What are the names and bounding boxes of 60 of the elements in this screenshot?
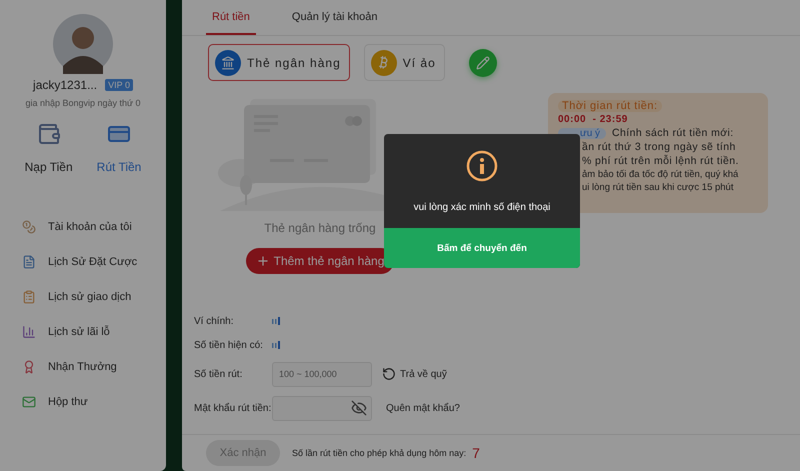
method-button[interactable]: Thẻ ngân hàng — [208, 44, 350, 81]
amount-input[interactable]: 100 ~ 100,000 — [277, 368, 351, 380]
modal-message: vui lòng xác minh số điện thoại — [414, 202, 550, 213]
menu-label: Lịch sử giao dịch — [48, 290, 132, 302]
chart-icon — [22, 324, 36, 338]
quick-action[interactable]: Rút Tiền — [96, 122, 142, 174]
loading-bars-icon — [272, 316, 282, 326]
menu-label: Hộp thư — [48, 396, 88, 408]
empty-message: Thẻ ngân hàng trống — [264, 221, 376, 235]
loading-bars-icon — [272, 340, 282, 350]
mail-icon — [22, 394, 36, 408]
document-icon — [22, 254, 36, 268]
pencil-icon — [476, 56, 490, 70]
quick-action[interactable]: Nạp Tiền — [24, 122, 73, 174]
menu-label: Tài khoản của tôi — [48, 220, 132, 232]
password-field[interactable] — [272, 396, 372, 420]
limit-label: Số lần rút tiền cho phép khả dụng hôm nay: — [292, 448, 466, 458]
menu-item[interactable]: Lịch sử lãi lỗ — [22, 323, 166, 340]
menu-item[interactable]: Hộp thư — [22, 393, 166, 410]
menu-item[interactable]: Tài khoản của tôi — [22, 218, 166, 235]
amount-field[interactable]: 100 ~ 100,000 — [272, 362, 372, 386]
notice-text: ần rút thứ 3 trong ngày sẽ tính — [582, 141, 736, 153]
vip-badge: VIP 0 — [105, 79, 133, 91]
info-icon — [466, 150, 498, 182]
notice-text: ảm bảo tối đa tốc độ rút tiền, quý khá — [582, 169, 738, 180]
menu-item[interactable]: Lịch sử giao dịch — [22, 288, 166, 305]
notice-text: Chính sách rút tiền mới: — [612, 127, 734, 139]
time-range: 00:00 - 23:59 — [558, 114, 629, 125]
forgot-password-link[interactable]: Quên mật khẩu? — [386, 402, 460, 414]
clipboard-icon — [22, 290, 36, 304]
refresh-icon — [382, 367, 396, 381]
time-label: Thời gian rút tiền: — [558, 100, 662, 112]
bitcoin-icon — [370, 50, 397, 76]
tab[interactable]: Quản lý tài khoản — [286, 0, 384, 35]
menu-item[interactable]: Lịch Sử Đặt Cược — [22, 253, 166, 270]
menu-item[interactable]: Nhận Thưởng — [22, 358, 166, 375]
username: jacky1231... — [33, 78, 98, 92]
add-card-button[interactable]: Thêm thẻ ngân hàng — [246, 248, 394, 274]
field-label: Mật khẩu rút tiền: — [194, 402, 272, 414]
tab[interactable]: Rút tiền — [206, 0, 256, 35]
wallet-icon — [36, 122, 61, 146]
limit-value: 7 — [472, 445, 480, 461]
field-label: Số tiền rút: — [194, 368, 244, 380]
field-label: Số tiền hiện có: — [194, 340, 264, 350]
menu-label: Nhận Thưởng — [48, 360, 117, 372]
coins-icon — [22, 220, 36, 234]
notice-text: % phí rút trên mỗi lệnh rút tiền. — [582, 155, 739, 167]
plus-icon — [256, 254, 270, 268]
notice-text: ui lòng rút tiền sau khi cược 15 phút — [582, 182, 734, 193]
method-button[interactable]: Ví ảo — [364, 44, 445, 81]
menu-label: Lịch sử lãi lỗ — [48, 326, 110, 338]
menu-label: Lịch Sử Đặt Cược — [48, 256, 138, 268]
bank-icon — [215, 50, 241, 76]
eye-off-icon[interactable] — [351, 400, 367, 416]
refund-button[interactable]: Trả về quỹ — [376, 366, 453, 382]
join-info: gia nhập Bongvip ngày thứ 0 — [25, 98, 141, 108]
avatar — [53, 14, 113, 74]
go-button[interactable]: Bấm để chuyển đến — [384, 228, 580, 268]
award-icon — [22, 360, 36, 374]
field-label: Ví chính: — [194, 316, 234, 326]
